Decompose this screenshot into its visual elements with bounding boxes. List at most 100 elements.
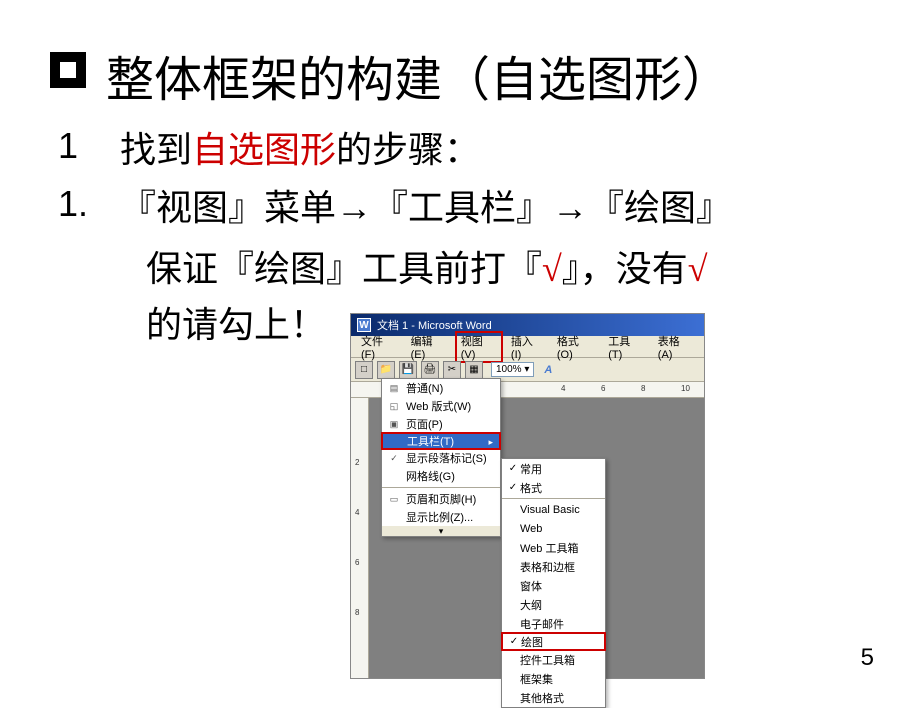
slide-heading: 整体框架的构建（自选图形）	[106, 40, 730, 110]
line1-post: 的步骤：	[336, 130, 480, 170]
menu-table[interactable]: 表格(A)	[652, 331, 700, 363]
vruler-mark: 6	[355, 558, 359, 567]
sub-frames[interactable]: 框架集	[502, 669, 605, 688]
ruler-mark: 8	[641, 384, 645, 393]
view-zoom-label: 显示比例(Z)...	[406, 509, 473, 525]
menu-edit[interactable]: 编辑(E)	[405, 331, 453, 363]
sub-tablesborders[interactable]: 表格和边框	[502, 557, 605, 576]
slide-content: 整体框架的构建（自选图形） 1 找到自选图形的步骤： 1. 『视图』菜单→『工具…	[0, 0, 920, 699]
menu-view[interactable]: 视图(V)	[455, 331, 503, 363]
blank-icon	[387, 434, 403, 448]
separator	[382, 487, 500, 488]
line-2-text: 『视图』菜单→『工具栏』→『绘图』	[120, 183, 732, 233]
font-style-icon[interactable]: A	[544, 364, 552, 376]
tool-open-icon[interactable]: 📁	[377, 361, 395, 379]
tool-print-icon[interactable]: 🖨	[421, 361, 439, 379]
document-area[interactable]: ▤普通(N) ◱Web 版式(W) ▣页面(P) 工具栏(T)▸ ✓显示段落标记…	[369, 398, 704, 678]
sub-outline-label: 大纲	[520, 597, 542, 613]
zoom-value: 100%	[496, 364, 522, 375]
view-gridlines[interactable]: 网格线(G)	[382, 467, 500, 485]
ruler-mark: 4	[561, 384, 565, 393]
sub-formatting-label: 格式	[520, 480, 542, 496]
bullet-icon	[50, 52, 86, 88]
sub-formatting[interactable]: ✓格式	[502, 478, 605, 497]
view-toolbars[interactable]: 工具栏(T)▸	[381, 432, 501, 450]
line-1: 1 找到自选图形的步骤：	[50, 125, 870, 175]
sub-outline[interactable]: 大纲	[502, 595, 605, 614]
tool-new-icon[interactable]: □	[355, 361, 373, 379]
toolbars-submenu[interactable]: ✓常用 ✓格式 Visual Basic Web Web 工具箱 表格和边框 窗…	[501, 458, 606, 708]
menu-edit-label: 编辑(E)	[411, 336, 433, 361]
word-screenshot: W 文档 1 - Microsoft Word 文件(F) 编辑(E) 视图(V…	[350, 313, 705, 679]
header-icon: ▭	[386, 492, 402, 506]
view-showmarks[interactable]: ✓ 显示段落标记(S)	[382, 449, 500, 467]
sub-otherformats-label: 其他格式	[520, 690, 564, 706]
step-line2b: 』，没有	[562, 249, 688, 289]
sub-email-label: 电子邮件	[520, 616, 564, 632]
sub-standard-label: 常用	[520, 461, 542, 477]
ruler-mark: 10	[681, 384, 690, 393]
sub-otherformats[interactable]: 其他格式	[502, 688, 605, 707]
sub-window[interactable]: 窗体	[502, 576, 605, 595]
menu-tools-label: 工具(T)	[608, 336, 630, 361]
web-icon: ◱	[386, 399, 402, 413]
view-weblayout[interactable]: ◱Web 版式(W)	[382, 397, 500, 415]
sub-frames-label: 框架集	[520, 671, 553, 687]
blank-icon	[386, 510, 402, 524]
menu-format-label: 格式(O)	[557, 336, 579, 361]
sub-tablesborders-label: 表格和边框	[520, 559, 575, 575]
view-normal[interactable]: ▤ 普通(N)	[382, 379, 500, 397]
vruler-mark: 8	[355, 608, 359, 617]
step-line2a: 保证『绘图』工具前打『	[146, 249, 542, 289]
heading-row: 整体框架的构建（自选图形）	[50, 40, 870, 110]
check-icon: ✓	[506, 463, 520, 474]
view-normal-label: 普通(N)	[406, 380, 443, 396]
view-headerfooter-label: 页眉和页脚(H)	[406, 491, 476, 507]
menu-tools[interactable]: 工具(T)	[602, 331, 650, 363]
check-icon: ✓	[506, 482, 520, 493]
view-headerfooter[interactable]: ▭ 页眉和页脚(H)	[382, 490, 500, 508]
sub-controltoolbox-label: 控件工具箱	[520, 652, 575, 668]
sub-email[interactable]: 电子邮件	[502, 614, 605, 633]
menu-insert-label: 插入(I)	[511, 336, 533, 361]
check-icon: √	[688, 249, 708, 289]
step-toolbar: 『工具栏』	[372, 188, 552, 228]
view-gridlines-label: 网格线(G)	[406, 468, 455, 484]
sub-window-label: 窗体	[520, 578, 542, 594]
line-1-number: 1	[50, 125, 120, 167]
sub-drawing[interactable]: ✓绘图	[501, 632, 606, 651]
zoom-box[interactable]: 100% ▾	[491, 362, 534, 377]
line-2-number: 1.	[50, 183, 120, 225]
view-zoom[interactable]: 显示比例(Z)...	[382, 508, 500, 526]
sub-controltoolbox[interactable]: 控件工具箱	[502, 650, 605, 669]
sub-standard[interactable]: ✓常用	[502, 459, 605, 478]
workspace: 2 4 6 8 ▤普通(N) ◱Web 版式(W) ▣页面(P) 工具栏(T)▸…	[351, 398, 704, 678]
tool-save-icon[interactable]: 💾	[399, 361, 417, 379]
vruler-mark: 4	[355, 508, 359, 517]
step-view: 『视图』菜单	[120, 188, 336, 228]
view-toolbars-label: 工具栏(T)	[407, 433, 454, 449]
view-showmarks-label: 显示段落标记(S)	[406, 450, 487, 466]
sub-web[interactable]: Web	[502, 519, 605, 538]
step-line3: 的请勾上！	[146, 305, 326, 345]
menu-view-label: 视图(V)	[461, 336, 483, 361]
tool-table-icon[interactable]: ▦	[465, 361, 483, 379]
tool-cut-icon[interactable]: ✂	[443, 361, 461, 379]
doc-icon: ▤	[386, 381, 402, 395]
check-icon: √	[542, 249, 562, 289]
menu-format[interactable]: 格式(O)	[551, 331, 600, 363]
menubar[interactable]: 文件(F) 编辑(E) 视图(V) 插入(I) 格式(O) 工具(T) 表格(A…	[351, 336, 704, 358]
line-2: 1. 『视图』菜单→『工具栏』→『绘图』	[50, 183, 870, 233]
menu-file-label: 文件(F)	[361, 336, 383, 361]
expand-chevron-icon[interactable]: ▾	[382, 526, 500, 536]
check-icon: ✓	[386, 451, 402, 465]
view-pagelayout[interactable]: ▣页面(P)	[382, 415, 500, 433]
menu-table-label: 表格(A)	[658, 336, 680, 361]
sub-webtoolbox[interactable]: Web 工具箱	[502, 538, 605, 557]
sub-drawing-label: 绘图	[521, 634, 543, 650]
sub-vb[interactable]: Visual Basic	[502, 500, 605, 519]
view-dropdown[interactable]: ▤ 普通(N) ◱Web 版式(W) ▣页面(P) 工具栏(T)▸ ✓ 显示段落标记…	[381, 378, 501, 537]
line1-highlight: 自选图形	[192, 130, 336, 170]
menu-insert[interactable]: 插入(I)	[505, 331, 549, 363]
menu-file[interactable]: 文件(F)	[355, 331, 403, 363]
